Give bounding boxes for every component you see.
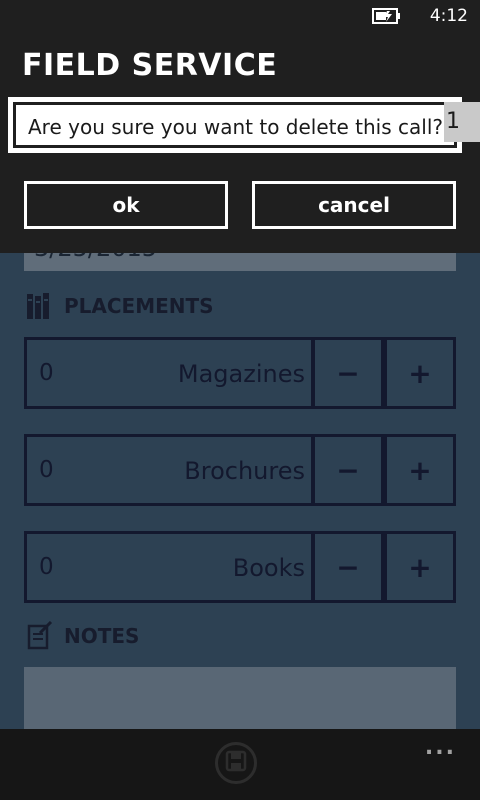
cancel-button[interactable]: cancel bbox=[252, 181, 456, 229]
dialog-message-box: Are you sure you want to delete this cal… bbox=[8, 97, 462, 153]
status-time: 4:12 bbox=[429, 6, 468, 26]
dialog-message-overflow: 1 bbox=[444, 102, 480, 142]
dialog-message-frame: Are you sure you want to delete this cal… bbox=[14, 103, 456, 147]
dialog-message: Are you sure you want to delete this cal… bbox=[28, 115, 443, 139]
battery-charging-icon bbox=[371, 7, 402, 25]
status-bar: 4:12 bbox=[371, 4, 468, 28]
ok-button[interactable]: ok bbox=[24, 181, 228, 229]
confirm-dialog: 4:12 FIELD SERVICE Are you sure you want… bbox=[0, 0, 480, 253]
dialog-title: FIELD SERVICE bbox=[22, 48, 278, 83]
